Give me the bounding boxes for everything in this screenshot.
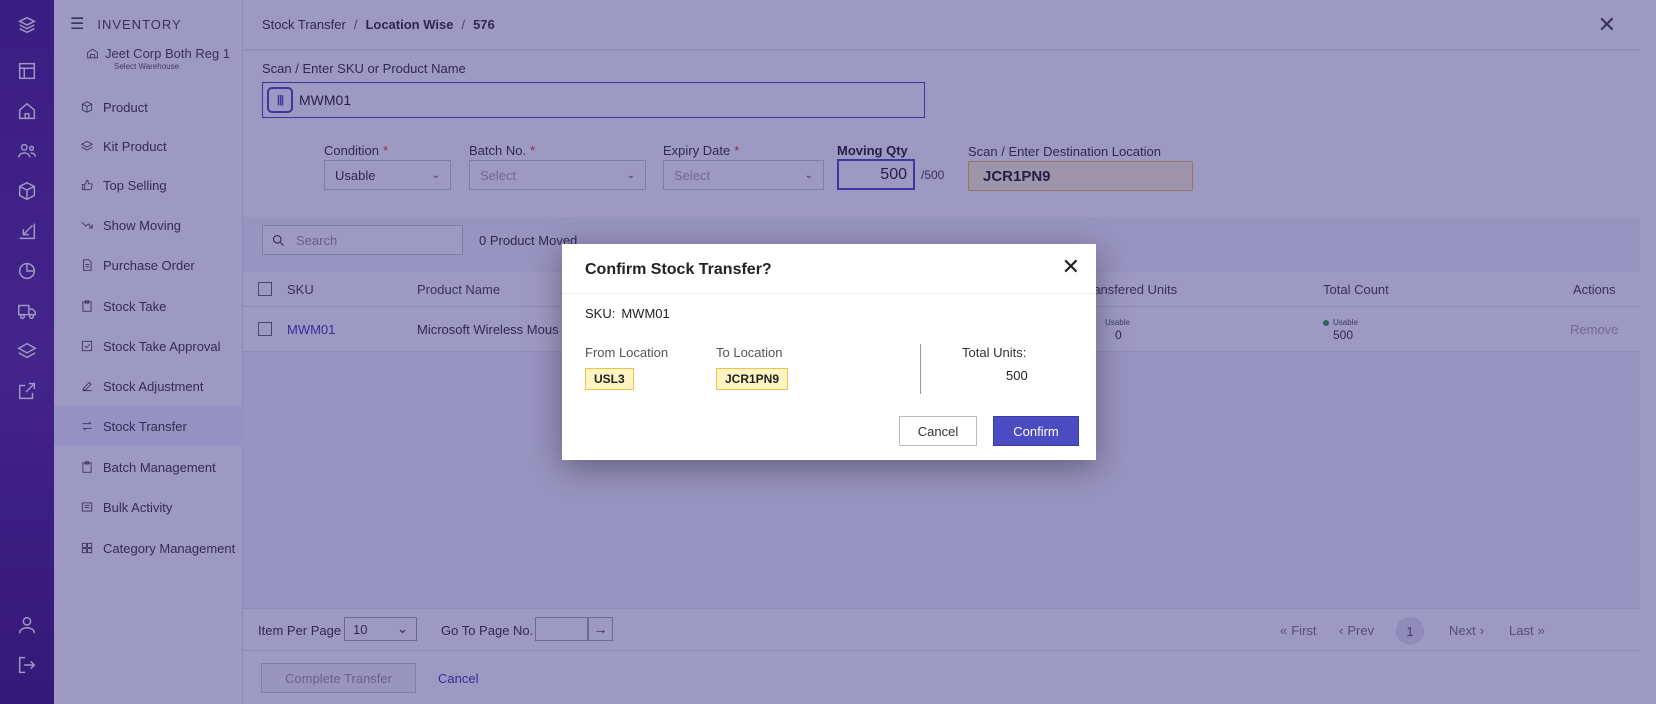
dialog-title: Confirm Stock Transfer?: [585, 261, 772, 278]
confirm-transfer-dialog: Confirm Stock Transfer? ✕ SKU: MWM01 From…: [562, 244, 1096, 460]
total-units-value: 500: [1006, 368, 1028, 383]
dialog-header: Confirm Stock Transfer? ✕: [562, 244, 1096, 294]
dialog-confirm-button[interactable]: Confirm: [993, 416, 1079, 446]
dialog-divider: [920, 344, 921, 394]
dialog-sku: SKU: MWM01: [585, 306, 670, 321]
dialog-cancel-button[interactable]: Cancel: [899, 416, 977, 446]
to-location-chip: JCR1PN9: [716, 368, 789, 390]
from-location-label: From Location: [585, 345, 669, 360]
dialog-close-icon[interactable]: ✕: [1062, 256, 1080, 278]
from-location-chip: USL3: [585, 368, 634, 390]
to-location-label: To Location: [716, 345, 783, 360]
total-units-label: Total Units:: [962, 345, 1027, 360]
